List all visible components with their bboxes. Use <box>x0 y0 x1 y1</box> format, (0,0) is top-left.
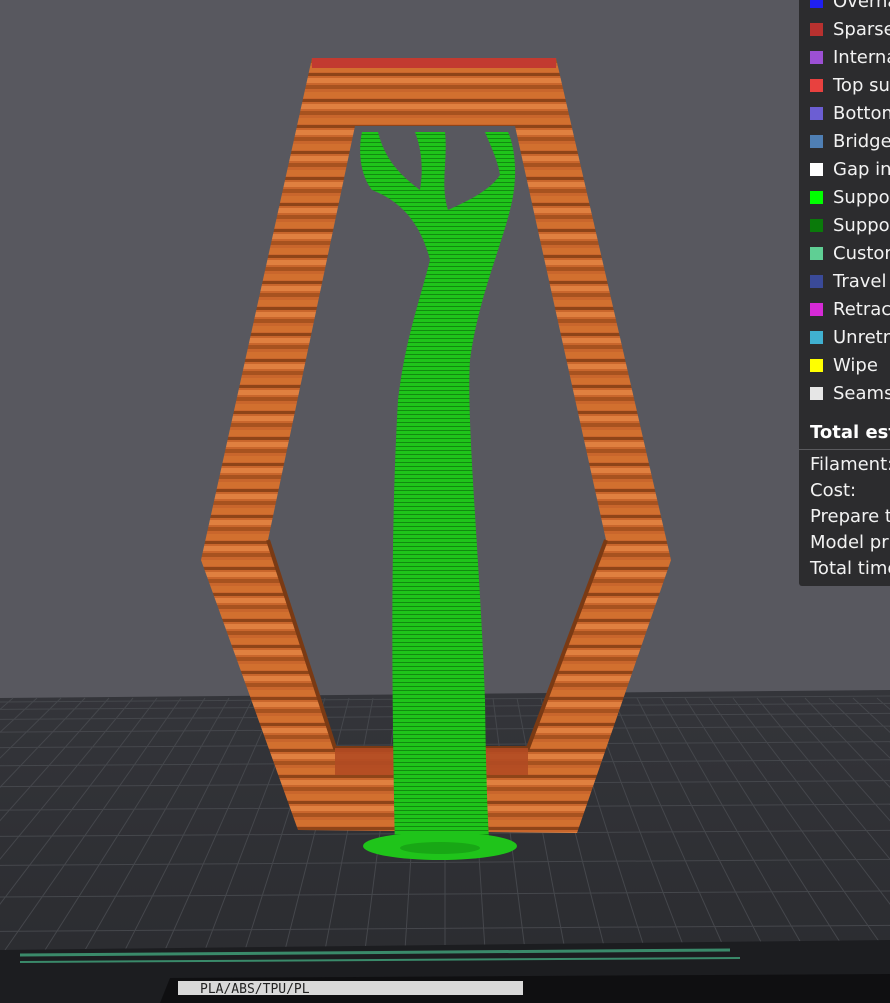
legend-item-label: Gap infill <box>833 158 890 180</box>
legend-item-label: Support <box>833 186 890 208</box>
legend-swatch <box>810 22 823 36</box>
legend-item[interactable]: Unretract <box>810 325 890 349</box>
legend-swatch <box>810 78 823 92</box>
legend-item-label: Seams <box>833 382 890 404</box>
legend-item[interactable]: Support interface <box>810 213 890 237</box>
legend-item-label: Custom <box>833 242 890 264</box>
legend-swatch <box>810 162 823 176</box>
legend-swatch <box>810 134 823 148</box>
stat-label: Filament: <box>810 454 890 475</box>
legend-swatch <box>810 302 823 316</box>
legend-item[interactable]: Gap infill <box>810 157 890 181</box>
legend-item[interactable]: Bottom surface <box>810 101 890 125</box>
legend-item[interactable]: Retract <box>810 297 890 321</box>
legend-swatch <box>810 386 823 400</box>
divider <box>799 449 890 450</box>
stat-label: Total time: <box>810 558 890 579</box>
legend-swatch <box>810 330 823 344</box>
legend-swatch <box>810 358 823 372</box>
legend-item-label: Retract <box>833 298 890 320</box>
legend-item[interactable]: Internal solid infill <box>810 45 890 69</box>
stat-label: Model printing time: <box>810 532 890 553</box>
stat-label: Cost: <box>810 480 857 501</box>
legend-swatch <box>810 106 823 120</box>
legend-panel: Overhang wall Sparse infill Internal solid… <box>799 0 890 586</box>
legend-item-label: Overhang wall <box>833 0 890 12</box>
legend-item-label: Internal solid infill <box>833 46 890 68</box>
legend-swatch <box>810 0 823 8</box>
legend-item-label: Bottom surface <box>833 102 890 124</box>
legend-item-label: Top surface <box>833 74 890 96</box>
legend-item[interactable]: Wipe <box>810 353 878 377</box>
stat-label: Prepare time: <box>810 506 890 527</box>
legend-item[interactable]: Top surface <box>810 73 890 97</box>
legend-swatch <box>810 50 823 64</box>
legend-item-label: Travel <box>833 270 887 292</box>
legend-item-label: Unretract <box>833 326 890 348</box>
legend-item-label: Sparse infill <box>833 18 890 40</box>
legend-swatch <box>810 190 823 204</box>
legend-item[interactable]: Sparse infill <box>810 17 890 41</box>
legend-item[interactable]: Seams <box>810 381 890 405</box>
legend-swatch <box>810 246 823 260</box>
legend-item-label: Support interface <box>833 214 890 236</box>
top-surface-layer <box>312 58 556 68</box>
legend-item[interactable]: Overhang wall <box>810 0 890 13</box>
legend-item-label: Bridge <box>833 130 890 152</box>
legend-item[interactable]: Support <box>810 185 890 209</box>
legend-swatch <box>810 218 823 232</box>
legend-item[interactable]: Custom <box>810 241 890 265</box>
legend-item[interactable]: Bridge <box>810 129 890 153</box>
legend-item[interactable]: Travel <box>810 269 887 293</box>
legend-item-label: Wipe <box>833 354 878 376</box>
total-estimation-heading: Total estimation <box>810 422 890 443</box>
plate-type-label: PLA/ABS/TPU/PL <box>200 982 310 997</box>
legend-swatch <box>810 274 823 288</box>
3d-preview-viewport[interactable]: PLA/ABS/TPU/PL <box>0 0 890 1003</box>
